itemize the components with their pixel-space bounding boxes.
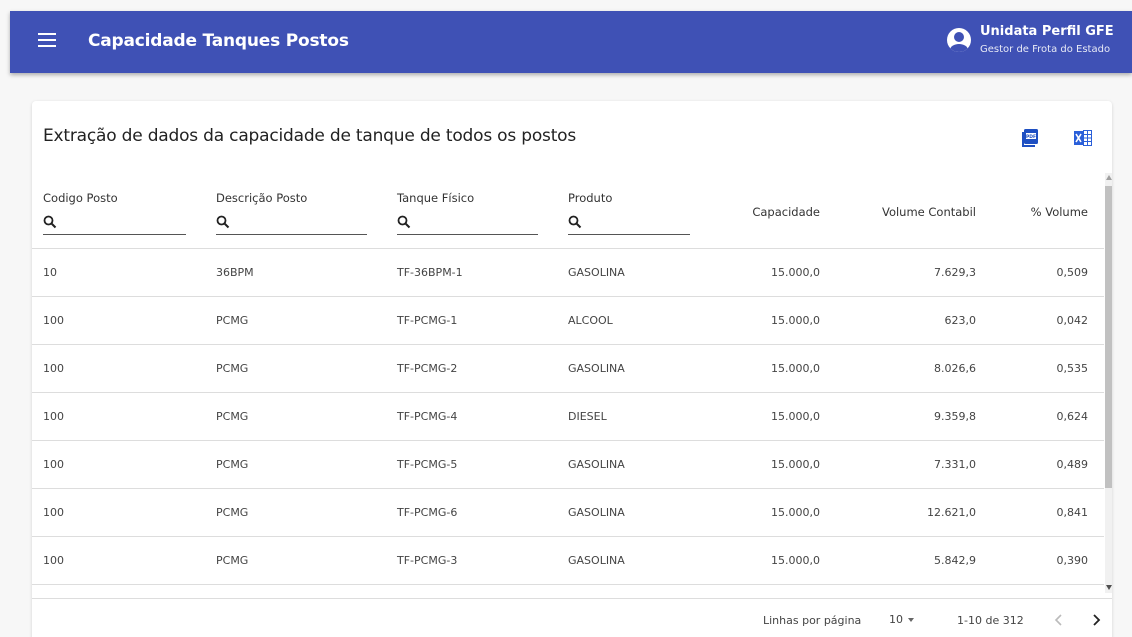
table-pagination: Linhas por página 10 1-10 de 312 xyxy=(32,598,1112,637)
cell-percent-volume: 0,489 xyxy=(1056,458,1089,471)
menu-icon[interactable] xyxy=(38,33,56,49)
search-icon xyxy=(397,215,411,229)
cell-tanque-fisico: TF-PCMG-6 xyxy=(397,506,458,519)
rows-per-page-label: Linhas por página xyxy=(763,614,862,627)
cell-capacidade: 15.000,0 xyxy=(771,314,820,327)
data-table: Codigo Posto Descrição Posto Tanque Físi… xyxy=(32,173,1104,585)
cell-volume-contabil: 623,0 xyxy=(944,314,977,327)
cell-volume-contabil: 7.331,0 xyxy=(934,458,976,471)
page-range: 1-10 de 312 xyxy=(957,614,1024,627)
cell-percent-volume: 0,841 xyxy=(1056,506,1089,519)
column-descricao-posto: Descrição Posto xyxy=(216,191,308,205)
descricao-posto-search-input[interactable] xyxy=(216,211,367,235)
cell-percent-volume: 0,509 xyxy=(1056,266,1089,279)
cell-capacidade: 15.000,0 xyxy=(771,362,820,375)
cell-produto: GASOLINA xyxy=(568,458,625,471)
cell-volume-contabil: 8.026,6 xyxy=(934,362,976,375)
cell-descricao-posto: PCMG xyxy=(216,458,249,471)
account-icon[interactable] xyxy=(947,28,971,52)
cell-codigo-posto: 100 xyxy=(43,410,64,423)
column-codigo-posto: Codigo Posto xyxy=(43,191,118,205)
cell-percent-volume: 0,390 xyxy=(1056,554,1089,567)
page-title: Capacidade Tanques Postos xyxy=(88,31,349,51)
cell-volume-contabil: 5.842,9 xyxy=(934,554,976,567)
cell-percent-volume: 0,042 xyxy=(1056,314,1089,327)
app-header: Capacidade Tanques Postos Unidata Perfil… xyxy=(10,11,1132,73)
tanque-fisico-search-input[interactable] xyxy=(397,211,538,235)
report-card: Extração de dados da capacidade de tanqu… xyxy=(32,101,1112,637)
table-scrollbar[interactable] xyxy=(1105,173,1112,593)
scroll-down-arrow-icon[interactable] xyxy=(1105,585,1112,590)
cell-tanque-fisico: TF-PCMG-1 xyxy=(397,314,458,327)
cell-capacidade: 15.000,0 xyxy=(771,458,820,471)
cell-descricao-posto: 36BPM xyxy=(216,266,254,279)
cell-capacidade: 15.000,0 xyxy=(771,554,820,567)
column-produto: Produto xyxy=(568,191,613,205)
cell-tanque-fisico: TF-PCMG-5 xyxy=(397,458,458,471)
cell-volume-contabil: 12.621,0 xyxy=(927,506,976,519)
cell-produto: GASOLINA xyxy=(568,266,625,279)
cell-produto: GASOLINA xyxy=(568,506,625,519)
column-percent-volume[interactable]: % Volume xyxy=(1031,205,1088,219)
cell-percent-volume: 0,624 xyxy=(1056,410,1089,423)
cell-produto: GASOLINA xyxy=(568,362,625,375)
cell-codigo-posto: 100 xyxy=(43,554,64,567)
cell-tanque-fisico: TF-PCMG-3 xyxy=(397,554,458,567)
table-row[interactable]: 100 PCMG TF-PCMG-1 ALCOOL 15.000,0 623,0 0,042 xyxy=(32,297,1104,345)
cell-codigo-posto: 100 xyxy=(43,458,64,471)
codigo-posto-search-input[interactable] xyxy=(43,211,186,235)
svg-text:PDF: PDF xyxy=(1026,134,1036,140)
cell-volume-contabil: 7.629,3 xyxy=(934,266,976,279)
table-row[interactable]: 100 PCMG TF-PCMG-4 DIESEL 15.000,0 9.359,8 0,6… xyxy=(32,393,1104,441)
scrollbar-thumb[interactable] xyxy=(1105,186,1112,488)
cell-codigo-posto: 100 xyxy=(43,362,64,375)
table-row[interactable]: 100 PCMG TF-PCMG-3 GASOLINA 15.000,0 5.842,9 0… xyxy=(32,537,1104,585)
user-role: Gestor de Frota do Estado xyxy=(980,44,1111,55)
cell-tanque-fisico: TF-36BPM-1 xyxy=(397,266,463,279)
cell-descricao-posto: PCMG xyxy=(216,554,249,567)
column-tanque-fisico: Tanque Físico xyxy=(397,191,475,205)
table-header: Codigo Posto Descrição Posto Tanque Físi… xyxy=(32,173,1104,249)
cell-volume-contabil: 9.359,8 xyxy=(934,410,976,423)
cell-codigo-posto: 10 xyxy=(43,266,57,279)
cell-descricao-posto: PCMG xyxy=(216,314,249,327)
pdf-icon[interactable]: PDF xyxy=(1022,129,1038,147)
column-capacidade[interactable]: Capacidade xyxy=(752,205,820,219)
cell-tanque-fisico: TF-PCMG-2 xyxy=(397,362,458,375)
cell-produto: GASOLINA xyxy=(568,554,625,567)
table-row[interactable]: 100 PCMG TF-PCMG-6 GASOLINA 15.000,0 12.621,0… xyxy=(32,489,1104,537)
rows-per-page-select[interactable]: 10 xyxy=(889,613,917,629)
search-icon xyxy=(43,215,57,229)
produto-search-input[interactable] xyxy=(568,211,690,235)
cell-codigo-posto: 100 xyxy=(43,314,64,327)
rows-per-page-value: 10 xyxy=(889,613,903,626)
cell-produto: ALCOOL xyxy=(568,314,613,327)
report-title: Extração de dados da capacidade de tanqu… xyxy=(43,126,577,146)
user-name[interactable]: Unidata Perfil GFE xyxy=(980,24,1114,39)
table-row[interactable]: 10 36BPM TF-36BPM-1 GASOLINA 15.000,0 7.629,3… xyxy=(32,249,1104,297)
scroll-up-arrow-icon[interactable] xyxy=(1105,175,1112,180)
cell-capacidade: 15.000,0 xyxy=(771,506,820,519)
cell-descricao-posto: PCMG xyxy=(216,506,249,519)
next-page-icon[interactable] xyxy=(1089,611,1103,629)
table-row[interactable]: 100 PCMG TF-PCMG-5 GASOLINA 15.000,0 7.331,0 0… xyxy=(32,441,1104,489)
cell-tanque-fisico: TF-PCMG-4 xyxy=(397,410,458,423)
cell-capacidade: 15.000,0 xyxy=(771,266,820,279)
cell-produto: DIESEL xyxy=(568,410,607,423)
search-icon xyxy=(216,215,230,229)
dropdown-arrow-icon xyxy=(908,618,914,622)
table-row[interactable]: 100 PCMG TF-PCMG-2 GASOLINA 15.000,0 8.026,6 0… xyxy=(32,345,1104,393)
cell-capacidade: 15.000,0 xyxy=(771,410,820,423)
column-volume-contabil[interactable]: Volume Contabil xyxy=(882,205,976,219)
excel-icon[interactable] xyxy=(1074,129,1092,147)
cell-descricao-posto: PCMG xyxy=(216,410,249,423)
cell-codigo-posto: 100 xyxy=(43,506,64,519)
search-icon xyxy=(568,215,582,229)
previous-page-icon[interactable] xyxy=(1052,611,1066,629)
cell-descricao-posto: PCMG xyxy=(216,362,249,375)
cell-percent-volume: 0,535 xyxy=(1056,362,1089,375)
